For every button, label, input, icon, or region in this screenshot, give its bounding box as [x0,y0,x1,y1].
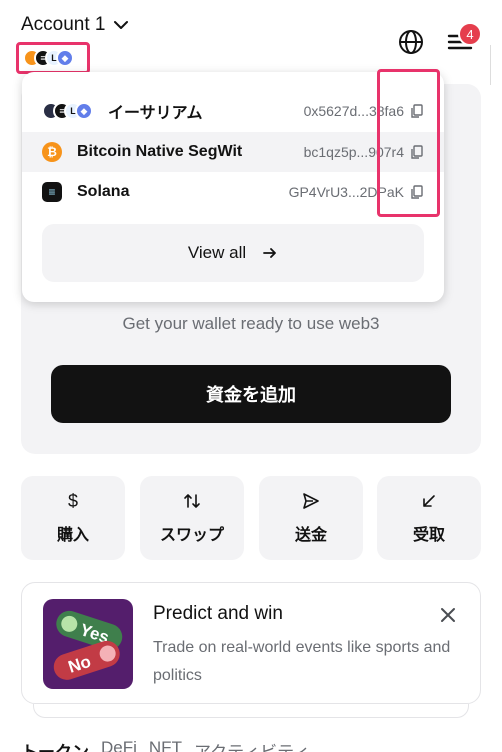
swap-button[interactable]: スワップ [140,476,244,560]
tab-activity[interactable]: アクティビティ [194,738,310,752]
solana-icon: ≡ [42,182,62,202]
promo-card-stack [33,704,469,718]
send-button[interactable]: 送金 [259,476,363,560]
add-funds-button[interactable]: 資金を追加 [51,365,451,423]
account-selector[interactable]: Account 1 [21,14,130,36]
promo-title: Predict and win [153,603,283,624]
account-name: イーサリアム [108,105,203,122]
tab-tokens[interactable]: トークン [21,738,89,752]
tab-nft[interactable]: NFT [149,738,182,752]
receive-button[interactable]: 受取 [377,476,481,560]
send-icon [303,493,319,509]
tab-defi[interactable]: DeFi [101,738,137,752]
account-name: Account 1 [21,14,106,35]
bitcoin-icon: ₿ [42,142,62,162]
chevron-down-icon [113,21,128,29]
swap-icon [184,494,200,508]
wallet-tagline: Get your wallet ready to use web3 [122,314,380,333]
receive-icon [423,495,435,507]
receive-label: 受取 [412,527,445,544]
arrow-right-icon [263,248,277,258]
ethereum-icon: ◆ [56,49,74,67]
account-name: Solana [77,183,130,200]
yes-no-illustration: Yes No [43,599,133,689]
buy-button[interactable]: $ 購入 [21,476,125,560]
svg-text:$: $ [68,491,78,511]
copy-buttons-highlight [377,69,440,217]
globe-icon[interactable] [397,28,425,56]
network-icons-highlight[interactable]: ≡ L ◆ [16,42,90,74]
send-label: 送金 [294,527,327,544]
promo-description: Trade on real-world events like sports a… [153,639,451,684]
buy-label: 購入 [56,527,89,544]
view-all-label: View all [187,243,247,262]
account-name: Bitcoin Native SegWit [77,143,243,160]
view-all-button[interactable]: View all [42,224,424,282]
predict-promo-card[interactable]: Yes No Predict and win Trade on real-wor… [21,582,481,704]
dollar-icon: $ [68,491,78,511]
notification-badge: 4 [458,22,482,46]
asset-tabs: トークン DeFi NFT アクティビティ [21,738,310,752]
ethereum-multi-icon: ≡ L ◆ [42,102,93,120]
close-icon[interactable] [438,605,458,625]
swap-label: スワップ [159,527,224,544]
divider [490,45,491,85]
